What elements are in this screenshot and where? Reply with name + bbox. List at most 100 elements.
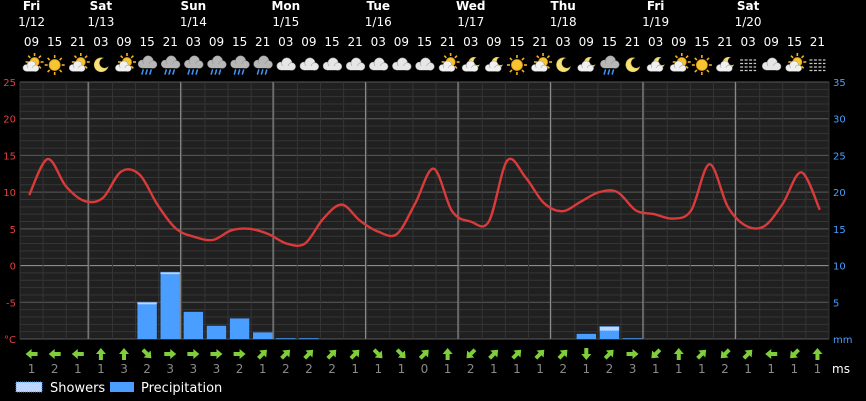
wind-arrow-icon <box>372 348 383 359</box>
cloud-shape <box>484 60 502 72</box>
precipitation-bar <box>576 333 597 339</box>
y-right-unit: mm <box>833 335 852 346</box>
wind-arrow-shape <box>511 349 522 360</box>
wind-arrow-shape <box>742 349 753 360</box>
wind-arrow-icon <box>812 348 823 360</box>
cloud-shape <box>577 60 594 72</box>
wind-speed: 1 <box>698 362 706 376</box>
sun-ray <box>27 55 31 59</box>
cloud-base <box>211 64 223 69</box>
wind-arrow-icon <box>349 349 360 360</box>
wind-speed: 2 <box>328 362 336 376</box>
sun-ray <box>694 57 698 61</box>
y-right-tick: 15 <box>833 225 846 236</box>
cloud-base <box>396 66 408 71</box>
moon-cloud-icon <box>646 56 665 72</box>
hour-label: 21 <box>440 35 455 49</box>
wind-arrow-shape <box>673 348 684 360</box>
cloud-shape <box>207 55 227 69</box>
sun-shape <box>44 55 65 75</box>
cloud-shape <box>461 60 479 72</box>
wind-arrow-shape <box>326 349 337 360</box>
rain-icon <box>230 55 250 75</box>
cloud-shape <box>137 55 158 69</box>
sun-ray <box>130 55 134 59</box>
day-labels: Fri 1/12 Sat 1/13 Sun 1/14 Mon 1/15 Tue 1/16 Wed 1/… <box>18 0 761 29</box>
wind-speed: 1 <box>398 362 406 376</box>
sun-cloud-icon <box>115 53 137 72</box>
day-date: 1/19 <box>642 15 669 29</box>
cloud-icon <box>392 57 412 71</box>
rain-drop <box>141 69 144 75</box>
rain-icon <box>253 55 273 75</box>
hour-label: 09 <box>24 35 39 49</box>
wind-arrow-shape <box>696 349 707 360</box>
wind-speed: 1 <box>490 362 498 376</box>
wind-arrow-shape <box>626 349 639 359</box>
hour-label: 03 <box>648 35 663 49</box>
hour-label: 03 <box>93 35 108 49</box>
hour-label: 03 <box>186 35 201 49</box>
wind-arrow-shape <box>720 348 731 359</box>
wind-row: 1 2 1 1 3 2 3 3 3 2 1 2 2 2 1 1 1 0 1 2 1 1 1 2 1 2 3 1 1 1 2 1 1 1 1 ms <box>25 348 850 376</box>
sun-shape <box>506 55 527 75</box>
sun-ray <box>521 57 525 61</box>
rain-drop <box>191 69 195 75</box>
cloud-base <box>72 67 82 72</box>
weather-icons <box>22 53 826 75</box>
wind-arrow-shape <box>119 348 130 360</box>
cloud-shape <box>600 55 620 69</box>
sun-ray <box>59 69 63 73</box>
hour-label: 15 <box>232 35 247 49</box>
sun-ray <box>706 69 710 73</box>
wind-arrow-icon <box>25 349 38 359</box>
wind-arrow-icon <box>466 348 477 359</box>
plot-background <box>20 82 829 339</box>
wind-speed: 3 <box>213 362 221 376</box>
cloud-shape <box>345 57 366 71</box>
moon-crescent <box>556 57 571 73</box>
wind-speed: 1 <box>513 362 521 376</box>
wind-arrow-shape <box>466 348 477 359</box>
wind-speed: 0 <box>421 362 429 376</box>
moon-icon <box>556 57 571 73</box>
sun-ray <box>509 57 513 61</box>
wind-arrow-shape <box>210 349 223 359</box>
wind-speed: 2 <box>143 362 151 376</box>
wind-arrow-icon <box>673 348 684 360</box>
cloud-base <box>581 67 591 72</box>
cloud-icon <box>299 57 319 71</box>
wind-speed: 1 <box>28 362 36 376</box>
rain-icon <box>207 55 227 75</box>
sun-cloud-icon <box>438 53 460 72</box>
sun-cloud-icon <box>669 53 691 72</box>
cloud-base <box>350 66 362 71</box>
cloud-base <box>257 64 269 69</box>
hour-label: 09 <box>209 35 224 49</box>
precipitation-bar <box>160 274 180 339</box>
moon-crescent <box>625 57 641 73</box>
rain-drop <box>603 69 607 75</box>
wind-arrow-shape <box>557 349 568 360</box>
wind-arrow-shape <box>303 349 314 360</box>
y-left-unit: °C <box>4 335 16 346</box>
wind-speed: 1 <box>351 362 359 376</box>
rain-drop <box>260 69 264 75</box>
cloud-icon <box>345 57 366 71</box>
rain-drop <box>187 69 191 75</box>
wind-speed: 1 <box>675 362 683 376</box>
moon-shape <box>556 57 571 73</box>
wind-arrow-icon <box>326 349 337 360</box>
wind-arrow-icon <box>187 349 200 359</box>
wind-arrow-icon <box>581 348 592 360</box>
moon-cloud-icon <box>461 56 480 72</box>
day-name: Sun <box>180 0 206 13</box>
hour-label: 15 <box>324 35 339 49</box>
fog-icon <box>740 59 757 72</box>
sun-disc <box>48 59 61 71</box>
cloud-base <box>234 64 246 69</box>
hour-label: 03 <box>556 35 571 49</box>
wind-arrow-icon <box>511 349 522 360</box>
wind-speed: 2 <box>236 362 244 376</box>
wind-arrow-shape <box>442 348 453 360</box>
